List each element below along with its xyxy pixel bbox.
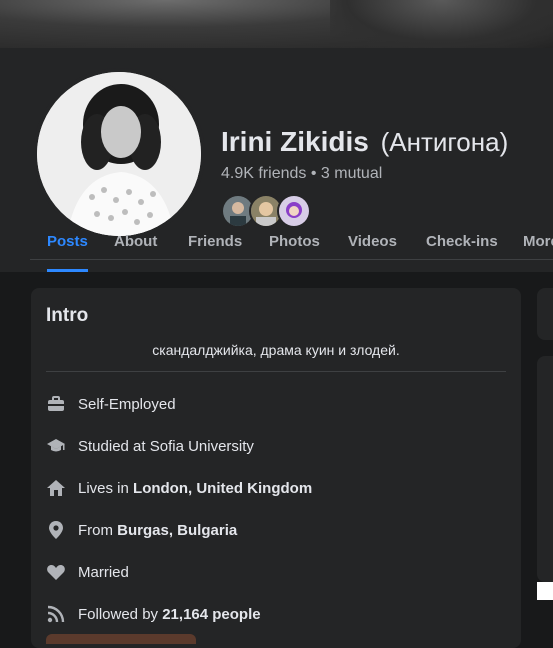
intro-item-relationship: Married xyxy=(46,560,129,584)
tab-friends[interactable]: Friends xyxy=(188,212,242,272)
separator-dot: • xyxy=(310,165,317,182)
intro-item-work: Self-Employed xyxy=(46,392,176,416)
cover-photo[interactable] xyxy=(0,0,553,48)
intro-item-text: Married xyxy=(78,563,129,581)
friends-count-link[interactable]: 4.9K friends xyxy=(221,165,306,182)
photo-thumbnail[interactable] xyxy=(46,634,196,644)
location-pin-icon xyxy=(46,520,66,540)
intro-item-education: Studied at Sofia University xyxy=(46,434,254,458)
right-column-card xyxy=(537,288,553,340)
tab-posts[interactable]: Posts xyxy=(47,212,88,272)
profile-name-text: Irini Zikidis xyxy=(221,126,369,157)
intro-divider xyxy=(46,371,506,372)
tab-more[interactable]: More xyxy=(523,212,553,272)
intro-item-link[interactable]: Burgas, Bulgaria xyxy=(117,522,237,539)
tab-photos[interactable]: Photos xyxy=(269,212,320,272)
intro-item-text: Lives in xyxy=(78,479,134,497)
right-column-card xyxy=(537,356,553,582)
tab-about[interactable]: About xyxy=(114,212,157,272)
intro-item-text: Self-Employed xyxy=(78,395,176,413)
profile-tabs: Posts About Friends Photos Videos Check-… xyxy=(31,212,553,272)
profile-name: Irini Zikidis (Антигона) xyxy=(221,126,508,158)
intro-item-text: Studied at Sofia University xyxy=(78,437,254,455)
intro-item-text: Followed by xyxy=(78,605,163,623)
heart-icon xyxy=(46,562,66,582)
home-icon xyxy=(46,478,66,498)
briefcase-icon xyxy=(46,394,66,414)
intro-item-text: From xyxy=(78,521,118,539)
intro-item-link[interactable]: 21,164 people xyxy=(162,606,260,623)
rss-icon xyxy=(46,604,66,624)
intro-item-from: From Burgas, Bulgaria xyxy=(46,518,237,542)
intro-card: Intro скандалджийка, драма куин и злодей… xyxy=(31,288,521,648)
intro-item-link[interactable]: London, United Kingdom xyxy=(133,480,312,497)
intro-item-lives: Lives in London, United Kingdom xyxy=(46,476,312,500)
intro-title: Intro xyxy=(46,305,89,326)
tab-videos[interactable]: Videos xyxy=(348,212,397,272)
friends-summary: 4.9K friends • 3 mutual xyxy=(221,165,382,183)
tab-check-ins[interactable]: Check-ins xyxy=(426,212,498,272)
profile-alt-name: (Антигона) xyxy=(380,127,509,157)
mutual-friends-link[interactable]: 3 mutual xyxy=(321,165,382,182)
intro-bio: скандалджийка, драма куин и злодей. xyxy=(152,342,400,358)
intro-item-followers: Followed by 21,164 people xyxy=(46,602,261,626)
right-column-image xyxy=(537,582,553,600)
graduation-cap-icon xyxy=(46,436,66,456)
